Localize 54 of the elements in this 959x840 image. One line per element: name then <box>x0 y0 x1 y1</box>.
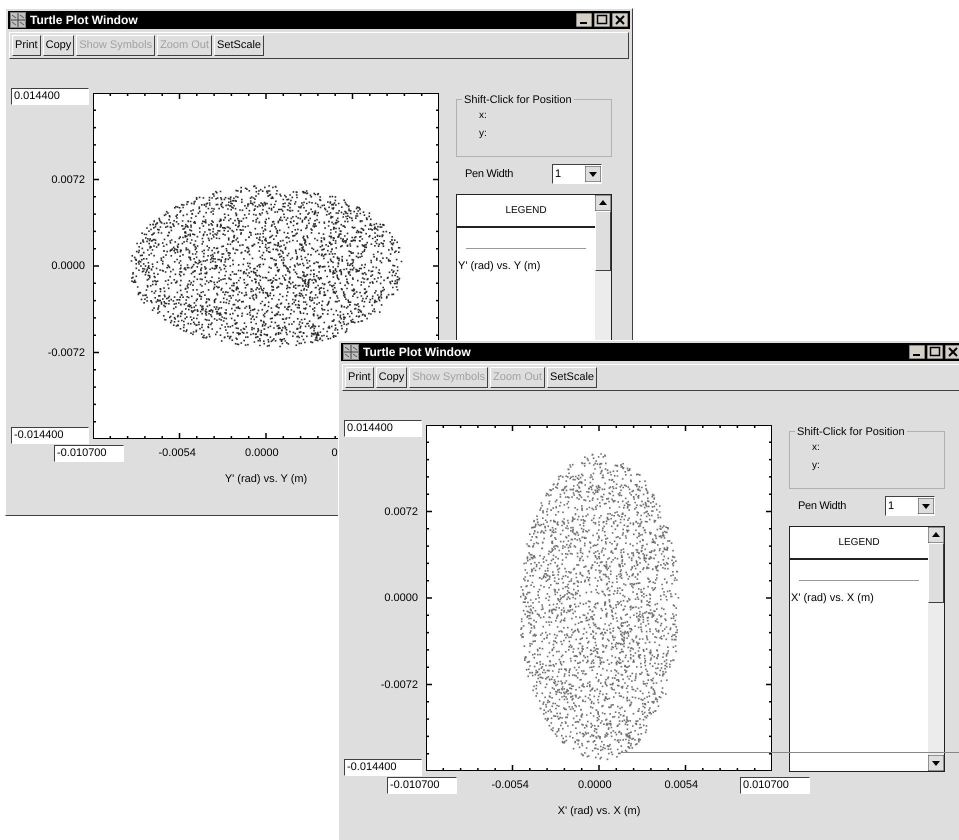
toolbar-button[interactable]: SetScale <box>546 367 598 388</box>
toolbar-button[interactable]: Print <box>12 35 41 56</box>
dropdown-arrow-icon[interactable] <box>585 166 601 182</box>
close-icon[interactable] <box>612 13 628 27</box>
x-min-field[interactable]: -0.010700 <box>54 445 124 462</box>
y-min-field[interactable]: -0.014400 <box>11 427 89 444</box>
scroll-down-arrow-icon[interactable] <box>928 755 944 771</box>
y-label: y: <box>812 460 821 472</box>
legend-title: LEGEND <box>505 204 547 218</box>
pen-width-label: Pen Width <box>798 498 848 514</box>
window-app-icon <box>343 344 359 360</box>
axis-title: Y' (rad) vs. Y (m) <box>224 472 308 487</box>
minimize-icon[interactable] <box>909 345 925 359</box>
maximize-icon[interactable] <box>594 13 610 27</box>
y-tick-label: 0.0072 <box>384 506 418 518</box>
pen-width-label: Pen Width <box>465 166 514 182</box>
legend-title: LEGEND <box>838 536 880 550</box>
window-title: Turtle Plot Window <box>30 12 138 29</box>
y-max-field[interactable]: 0.014400 <box>11 88 89 105</box>
toolbar-button[interactable]: Copy <box>376 367 408 388</box>
toolbar-button[interactable]: Print <box>345 367 374 388</box>
pen-width-select[interactable]: 1 <box>885 496 935 516</box>
x-max-field[interactable]: 0.010700 <box>740 777 810 794</box>
y-tick-label: 0.0000 <box>384 592 418 604</box>
y-tick-label: 0.0072 <box>51 174 85 186</box>
y-tick-label: 0.0000 <box>51 260 85 272</box>
x-tick-label: 0.0054 <box>664 779 698 791</box>
maximize-icon[interactable] <box>927 345 943 359</box>
legend-entry: X' (rad) vs. X (m) <box>790 592 874 604</box>
y-min-field[interactable]: -0.014400 <box>344 759 422 776</box>
y-max-field[interactable]: 0.014400 <box>344 420 422 437</box>
axis-title: X' (rad) vs. X (m) <box>558 804 640 819</box>
dropdown-arrow-icon[interactable] <box>918 498 934 514</box>
x-tick-label: 0.0000 <box>245 447 279 459</box>
window-title: Turtle Plot Window <box>363 344 471 361</box>
x-tick-label: -0.0054 <box>158 447 196 459</box>
y-tick-label: -0.0072 <box>380 678 418 690</box>
x-tick-label: 0.0000 <box>578 779 612 791</box>
scroll-up-arrow-icon[interactable] <box>928 527 944 543</box>
close-icon[interactable] <box>945 345 959 359</box>
x-min-field[interactable]: -0.010700 <box>387 777 457 794</box>
x-label: x: <box>479 110 488 122</box>
x-tick-label: 0 <box>332 447 338 459</box>
toolbar-button[interactable]: SetScale <box>214 35 264 56</box>
x-tick-label: -0.0054 <box>492 779 529 791</box>
pen-width-select[interactable]: 1 <box>552 164 602 184</box>
y-label: y: <box>479 128 488 140</box>
x-label: x: <box>812 442 821 454</box>
y-tick-label: -0.0072 <box>48 346 85 358</box>
legend-entry: Y' (rad) vs. Y (m) <box>457 260 540 272</box>
toolbar-button[interactable]: Copy <box>42 35 74 56</box>
minimize-icon[interactable] <box>576 13 592 27</box>
scroll-up-arrow-icon[interactable] <box>595 195 611 211</box>
window-app-icon <box>10 12 26 28</box>
